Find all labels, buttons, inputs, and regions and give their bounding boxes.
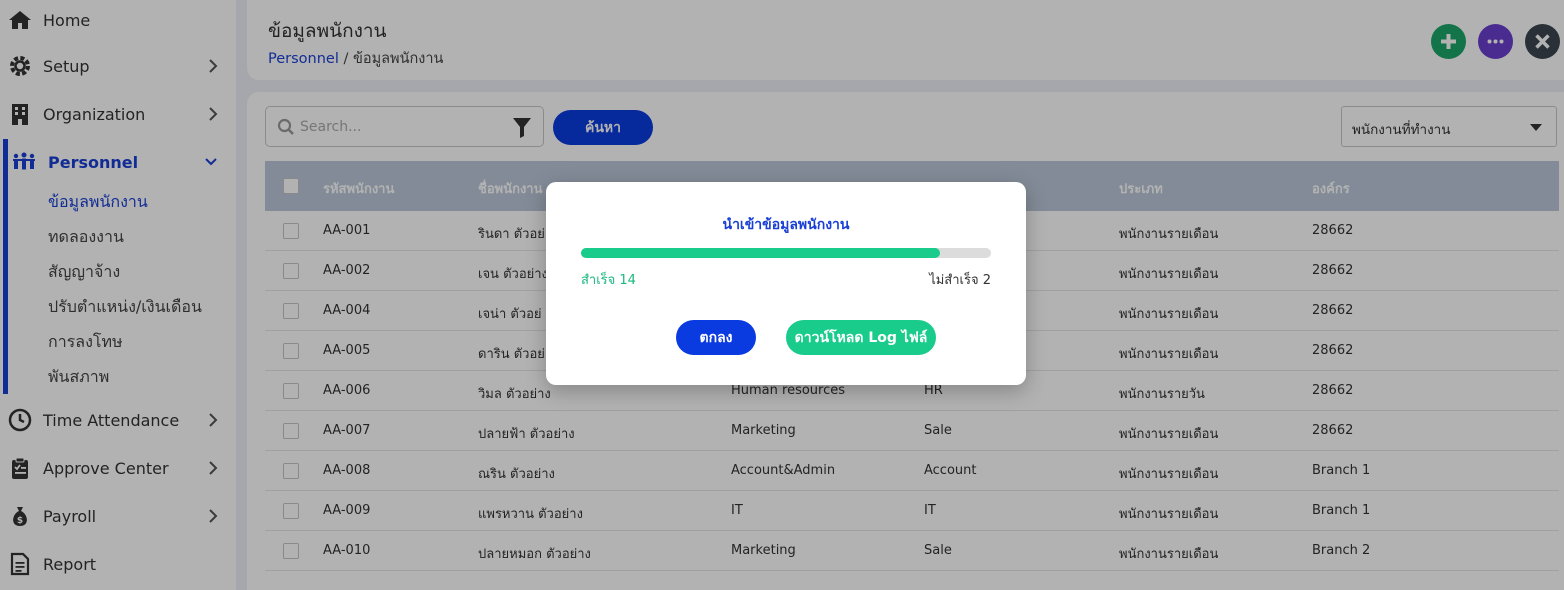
ok-button[interactable]: ตกลง bbox=[676, 320, 756, 355]
success-count: สำเร็จ 14 bbox=[581, 273, 636, 288]
failure-count: ไม่สำเร็จ 2 bbox=[929, 273, 991, 288]
download-log-button[interactable]: ดาวน์โหลด Log ไฟล์ bbox=[786, 320, 936, 355]
dialog-title: นำเข้าข้อมูลพนักงาน bbox=[722, 217, 850, 233]
import-progress-fill bbox=[581, 248, 940, 258]
import-progress-bar bbox=[581, 248, 991, 258]
import-result-dialog: นำเข้าข้อมูลพนักงาน สำเร็จ 14 ไม่สำเร็จ … bbox=[546, 182, 1026, 385]
